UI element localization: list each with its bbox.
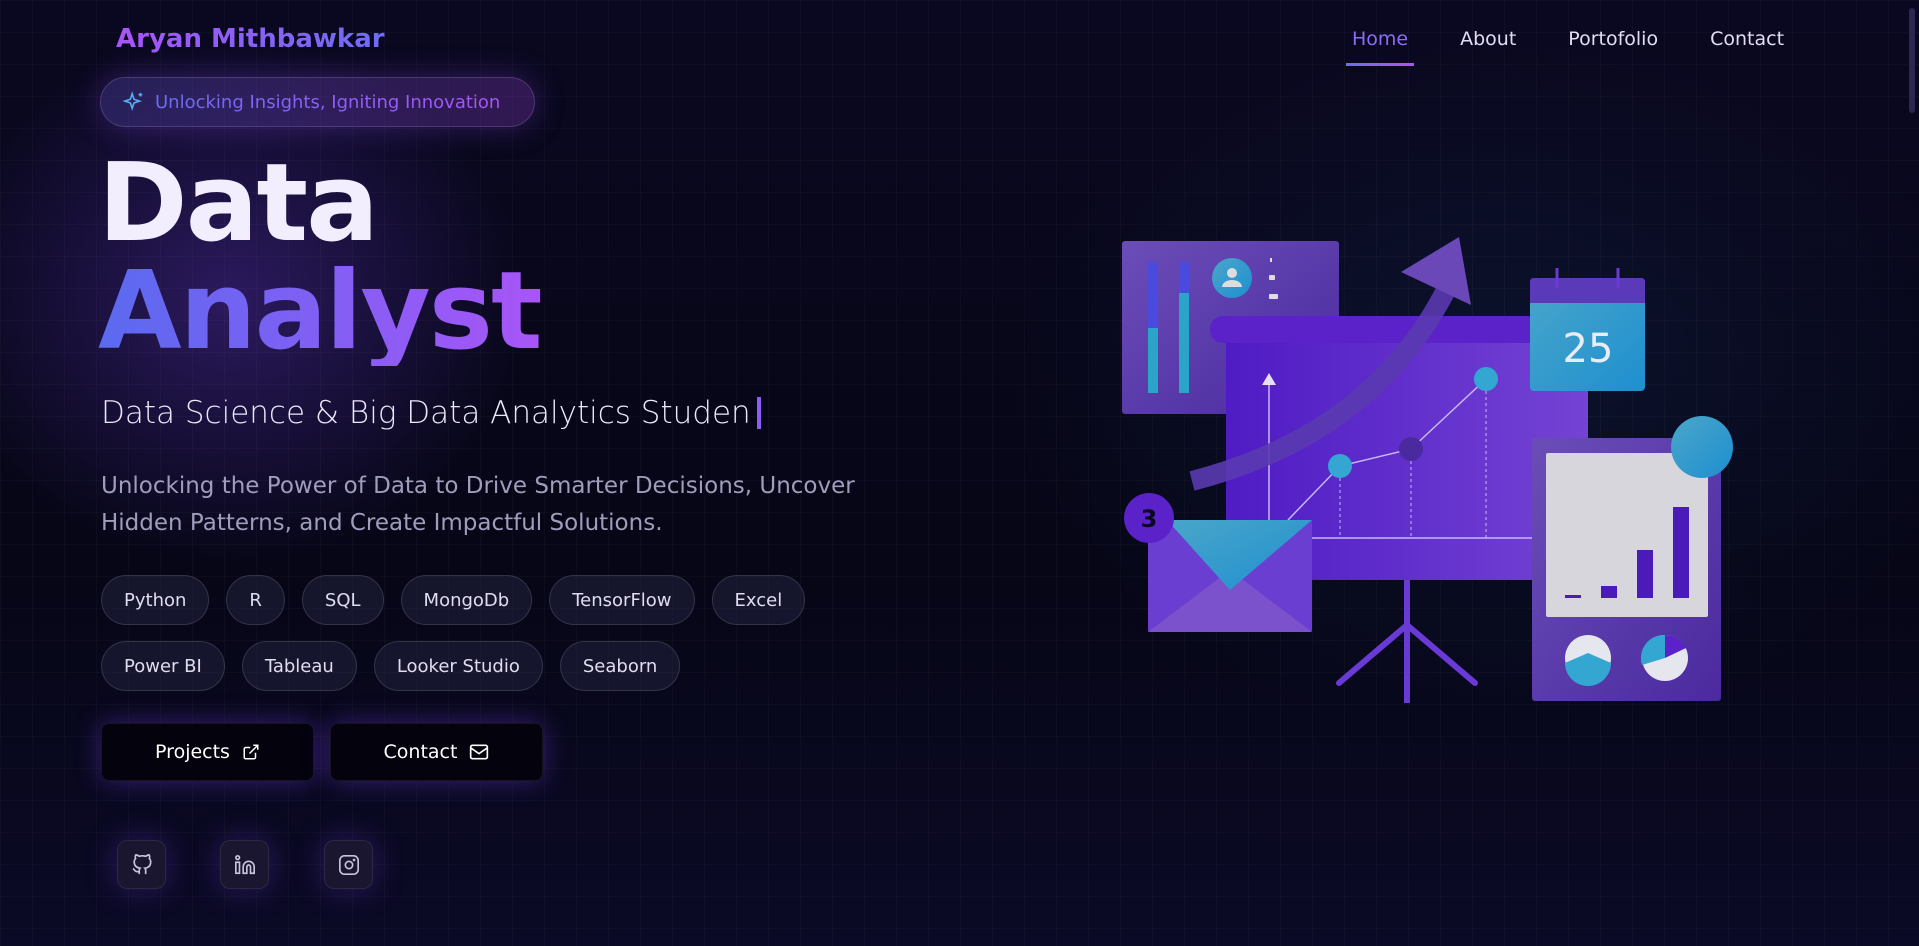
skill-chip: Power BI xyxy=(101,641,225,691)
external-link-icon xyxy=(243,744,259,760)
brand-logo[interactable]: Aryan Mithbawkar xyxy=(116,24,385,54)
contact-button[interactable]: Contact xyxy=(330,723,543,781)
linkedin-link[interactable] xyxy=(220,840,269,889)
linkedin-icon xyxy=(234,854,255,874)
scrollbar[interactable] xyxy=(1909,8,1915,113)
skill-chip: SQL xyxy=(301,575,384,625)
data-analytics-illustration: 25 3 xyxy=(1122,237,1733,703)
skill-chip: Seaborn xyxy=(559,641,681,691)
title-line-2: Analyst xyxy=(98,249,543,374)
nav-portfolio[interactable]: Portofolio xyxy=(1562,28,1664,50)
skill-chip: Looker Studio xyxy=(373,641,543,691)
instagram-icon xyxy=(338,854,359,875)
tagline-text: Unlocking Insights, Igniting Innovation xyxy=(155,91,501,113)
calendar-icon: 25 xyxy=(1530,268,1645,391)
nav-about[interactable]: About xyxy=(1454,28,1522,50)
skill-chip: R xyxy=(226,575,285,625)
title-line-1: Data xyxy=(98,141,379,266)
skill-chip: Excel xyxy=(711,575,806,625)
skills-list: Python R SQL MongoDb TensorFlow Excel Po… xyxy=(101,575,841,691)
subtitle: Data Science & Big Data Analytics Studen xyxy=(101,395,761,431)
calendar-day: 25 xyxy=(1563,326,1614,372)
nav-contact[interactable]: Contact xyxy=(1704,28,1790,50)
projects-button[interactable]: Projects xyxy=(101,723,314,781)
github-icon xyxy=(131,853,152,874)
contact-label: Contact xyxy=(383,741,458,763)
skill-chip: Python xyxy=(101,575,210,625)
mail-icon xyxy=(470,744,489,760)
mobile-dashboard xyxy=(1532,416,1733,701)
instagram-link[interactable] xyxy=(324,840,373,889)
tagline-badge: Unlocking Insights, Igniting Innovation xyxy=(100,77,535,127)
nav-home[interactable]: Home xyxy=(1346,28,1415,66)
sparkle-icon xyxy=(123,91,143,112)
main-nav: Home About Portofolio Contact xyxy=(1346,28,1830,66)
skill-chip: TensorFlow xyxy=(549,575,695,625)
typing-caret xyxy=(756,397,761,429)
skill-chip: Tableau xyxy=(241,641,357,691)
projects-label: Projects xyxy=(155,741,230,763)
skill-chip: MongoDb xyxy=(400,575,533,625)
notification-count: 3 xyxy=(1141,505,1158,533)
github-link[interactable] xyxy=(117,840,166,889)
description: Unlocking the Power of Data to Drive Sma… xyxy=(101,473,855,536)
subtitle-text: Data Science & Big Data Analytics Studen xyxy=(101,395,751,431)
